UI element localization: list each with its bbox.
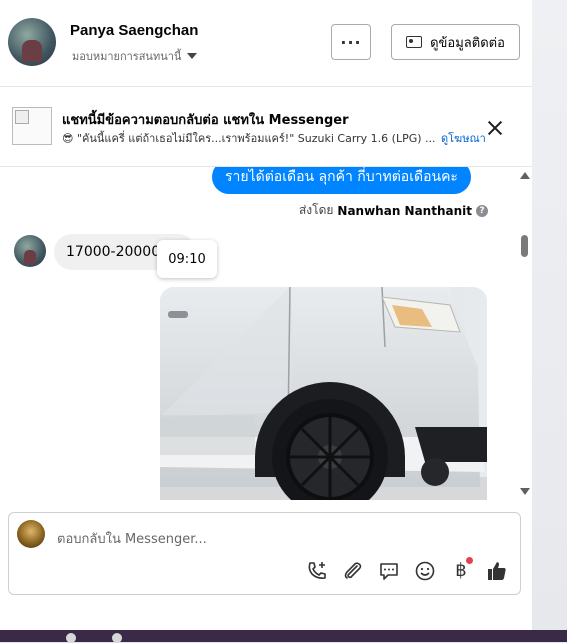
sender-avatar[interactable] xyxy=(14,235,46,267)
help-icon[interactable]: ? xyxy=(476,204,488,217)
ad-reply-notice: แชทนี้มีข้อความตอบกลับต่อ แชทใน Messenge… xyxy=(0,96,532,167)
assign-label: มอบหมายการสนทนานี้ xyxy=(72,50,182,63)
baht-icon[interactable]: ฿ xyxy=(449,557,473,583)
notice-subtitle: 😎 "คันนี้แครี่ แต่ถ้าเธอไม่มีใคร...เราพร… xyxy=(62,132,436,145)
right-background xyxy=(532,0,567,642)
notification-dot xyxy=(466,557,473,564)
phone-plus-icon[interactable] xyxy=(305,559,329,583)
message-thread: รายได้ต่อเดือน ลุกค้า กี่บาทต่อเดือนคะ ส… xyxy=(0,167,532,500)
reply-composer[interactable]: ตอบกลับใน Messenger... ฿ xyxy=(8,512,521,595)
sent-by-name: Nanwhan Nanthanit xyxy=(337,203,472,218)
conversation-header: Panya Saengchan มอบหมายการสนทนานี้ ··· ด… xyxy=(0,0,532,87)
contact-avatar[interactable] xyxy=(8,18,56,66)
scroll-up-arrow-icon[interactable] xyxy=(520,172,530,179)
close-icon[interactable] xyxy=(486,119,504,137)
notice-title: แชทนี้มีข้อความตอบกลับต่อ แชทใน Messenge… xyxy=(62,113,349,128)
sent-by-line: ส่งโดย Nanwhan Nanthanit ? xyxy=(299,201,488,220)
paperclip-icon[interactable] xyxy=(341,559,365,583)
outgoing-message[interactable]: รายได้ต่อเดือน ลุกค้า กี่บาทต่อเดือนคะ xyxy=(212,167,471,194)
timestamp-tooltip: 09:10 xyxy=(157,240,217,278)
contact-name[interactable]: Panya Saengchan xyxy=(70,22,198,39)
baht-symbol: ฿ xyxy=(455,560,467,581)
scrollbar-thumb[interactable] xyxy=(521,235,528,257)
ellipsis-icon: ··· xyxy=(340,32,362,52)
taskbar xyxy=(0,630,567,643)
assign-conversation-dropdown[interactable]: มอบหมายการสนทนานี้ xyxy=(72,47,198,65)
smiley-icon[interactable] xyxy=(413,559,437,583)
vehicle-photo-image xyxy=(160,287,487,500)
chat-bubble-icon[interactable] xyxy=(377,559,401,583)
view-contact-info-button[interactable]: ดูข้อมูลติดต่อ xyxy=(391,24,520,60)
page-avatar xyxy=(17,520,45,548)
conversation-panel: Panya Saengchan มอบหมายการสนทนานี้ ··· ด… xyxy=(0,0,532,642)
caret-down-icon xyxy=(187,53,198,59)
scroll-down-arrow-icon[interactable] xyxy=(520,488,530,495)
view-ad-link[interactable]: ดูโฆษณา xyxy=(441,129,486,147)
more-options-button[interactable]: ··· xyxy=(331,24,371,60)
thumbs-up-icon[interactable] xyxy=(485,559,509,583)
ad-thumbnail[interactable] xyxy=(12,107,52,145)
reply-input[interactable]: ตอบกลับใน Messenger... xyxy=(57,528,207,549)
contact-card-icon xyxy=(406,36,423,48)
sent-by-prefix: ส่งโดย xyxy=(298,203,334,217)
vehicle-photo[interactable] xyxy=(160,287,487,500)
view-contact-info-label: ดูข้อมูลติดต่อ xyxy=(430,35,505,51)
composer-toolbar: ฿ xyxy=(305,557,509,583)
